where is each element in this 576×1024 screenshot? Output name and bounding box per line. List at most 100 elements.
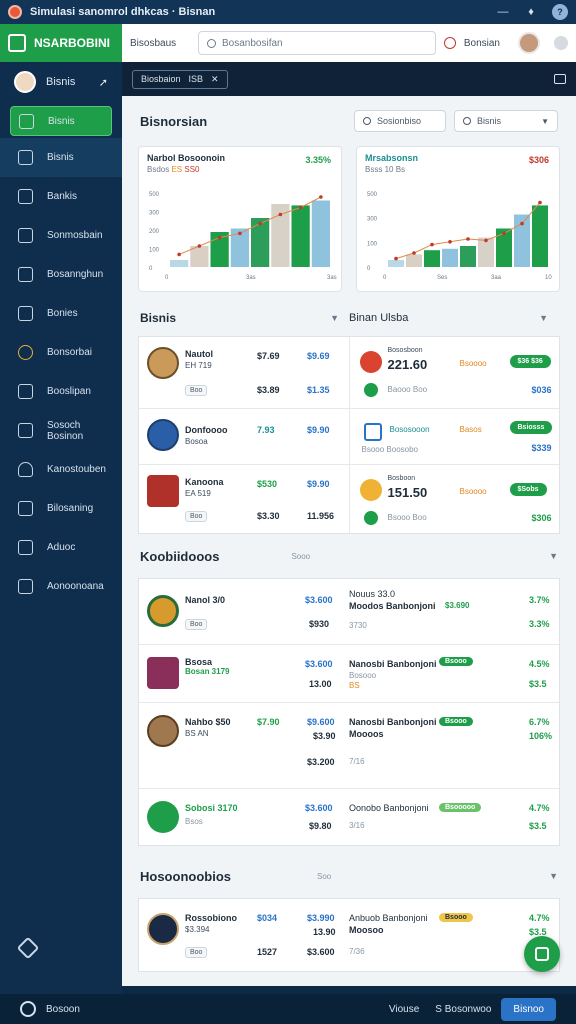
list-icon [18,306,33,321]
chart-value: 3.35% [305,155,331,165]
sidebar-item-label: Bisnis [48,115,75,127]
sidebar-item-check[interactable]: Aonoonoana [0,567,122,606]
list-item[interactable]: Nautol EH 719 Boo $7.69 $9.69 $3.89 $1.3… [139,337,349,409]
list-item[interactable]: Bososboon 221.60 Bsoooo $36 $36 Baooo Bo… [349,337,559,409]
item-name: Sobosi 3170 [185,803,238,813]
sidebar-item-table[interactable]: Sosoch Bosinon [0,411,122,450]
item-value: 151.50 [387,485,428,500]
sidebar-item-home[interactable]: Booslipan [0,372,122,411]
status-badge: $36 $36 [509,355,551,368]
sidebar-item-coin[interactable]: Bonsorbai [0,333,122,372]
breadcrumb[interactable]: Bisosbaus [130,38,190,49]
user-avatar[interactable] [518,32,540,54]
sidebar-item-label: Sonmosbain [47,230,103,241]
title-bar: Simulasi sanomrol dhkcas · Bisnan — ♦ ? [0,0,576,24]
chevron-down-icon[interactable]: ▼ [539,313,548,323]
list-item[interactable]: Sobosi 3170 Bsos $3.600 $9.80 Oonobo Ban… [139,789,559,845]
sidebar-item-list[interactable]: Bonies [0,294,122,333]
item-label: Bosboon [387,475,416,482]
sidebar-item-store[interactable]: Aduoc [0,528,122,567]
item-value: 221.60 [387,357,428,372]
expand-icon[interactable] [554,74,566,84]
sidebar-item-chart[interactable]: Bisnis [0,138,122,177]
item-value-d: 11.956 [307,511,335,521]
item-name: Bsosa [185,657,213,667]
minimize-button[interactable]: — [496,5,510,19]
gear-icon[interactable] [554,36,568,50]
sidebar-item-label: Bosannghun [47,269,104,280]
status-left: Bosoon [46,1003,80,1015]
sidebar-item-bank[interactable]: Bankis [0,177,122,216]
chart-bar [532,205,548,267]
sidebar-item-people[interactable]: Sonmosbain [0,216,122,255]
bisnis-grid: Nautol EH 719 Boo $7.69 $9.69 $3.89 $1.3… [138,336,560,534]
list-item[interactable]: Bososooon Basos Bsiosss Bsooo Boosobo $3… [349,409,559,465]
chevron-down-icon[interactable]: ▼ [330,313,339,323]
item-sub: $3.394 [185,925,210,934]
window-title: Simulasi sanomrol dhkcas · Bisnan [30,6,216,18]
item-sub: BS AN [185,729,209,738]
item-value-b: $9.90 [307,479,330,489]
item-value-a: $034 [257,913,278,923]
item-tag: Bsoooo [459,487,487,496]
item-value-a: $3.600 [305,595,333,605]
list-item[interactable]: Nanol 3/0 Boo $3.600 $930 Nouus 33.0 Moo… [139,579,559,645]
list-item[interactable]: Donfoooo Bosoa 7.93 $9.90 [139,409,349,465]
status-button[interactable]: Bisnoo [501,997,556,1021]
toolbar: Biosbaion ISB ✕ [122,62,576,96]
profile[interactable]: Bisnis ➚ [0,62,122,102]
item-value-d: $1.35 [307,385,330,395]
help-icon[interactable]: ? [552,4,568,20]
analytics-icon [18,267,33,282]
filter-dropdown-2[interactable]: Bisnis ▼ [454,110,558,132]
item-sub: Bsooo Boo [387,513,427,522]
item-right-small: BS [349,681,360,690]
list-item[interactable]: Nahbo $50 BS AN $7.90 $9.600 $3.90 $3.20… [139,703,559,789]
item-percent: 4.7% [529,803,550,813]
item-tag: Boo [185,619,208,630]
item-sub: Bsos [185,817,203,826]
x-tick-label: 0 [383,275,387,281]
item-value-c: 13.90 [313,927,336,937]
sidebar-item-label: Booslipan [47,386,91,397]
item-value-x: 1527 [257,947,278,957]
item-value-a: $7.90 [257,717,280,727]
close-icon[interactable]: ✕ [211,74,219,85]
chevron-down-icon[interactable]: ▼ [549,551,558,561]
item-name: Nautol [185,349,213,359]
item-label: Bososooon [389,425,430,434]
settings-icon[interactable] [16,936,40,960]
toolbar-pill[interactable]: Biosbaion ISB ✕ [132,69,228,89]
add-button[interactable] [524,936,560,972]
user-name[interactable]: Bonsian [464,38,500,49]
sidebar-item-bisnis[interactable]: Bisnis [10,106,112,136]
item-value-b: $9.600 [307,717,335,727]
plus-icon [535,947,549,961]
list-item[interactable]: Bsosa Bosan 3179 $3.600 13.00 Nanosbi Ba… [139,645,559,703]
notifications-icon[interactable]: ♦ [524,5,538,19]
sidebar-item-doc[interactable]: Bilosaning [0,489,122,528]
filter-label: Bisnis [477,116,502,126]
list-item[interactable]: Bosboon 151.50 Bsoooo $Sobs Bsooo Boo $3… [350,465,560,533]
charts-row: Narbol Bosoonoin Bsdos ES SS0 3.35% 500 3… [122,146,576,292]
chevron-down-icon[interactable]: ▼ [549,871,558,881]
grid-icon [363,423,382,441]
avatar [147,419,179,451]
chart-sub-value-1: 10 [384,165,394,174]
sidebar-item-label: Aduoc [47,542,76,553]
bell-icon[interactable] [443,37,456,49]
filter-dropdown-1[interactable]: Sosionbiso [354,110,446,132]
sidebar-item-user[interactable]: Kanostouben [0,450,122,489]
koosi-list: Nanol 3/0 Boo $3.600 $930 Nouus 33.0 Moo… [138,578,560,846]
search-input[interactable]: Bosanbosifan [198,31,436,55]
item-amount: $036 [531,385,552,395]
brand[interactable]: NSARBOBINI [0,24,122,62]
list-item[interactable]: Kanoona EA 519 Boo $530 $9.90 $3.30 11.9… [139,465,349,533]
list-item[interactable]: Rossobiono $3.394 Boo $034 $3.990 13.90 … [139,899,559,971]
item-tag: Boo [185,385,208,396]
chart-1-plot: 500 300 200 100 0 0 3as 3as [149,192,337,281]
item-percent: 4.7% [529,913,550,923]
chart-sub-value-2: Bs [395,165,406,174]
sidebar-item-analytics[interactable]: Bosannghun [0,255,122,294]
item-sub: Baooo Boo [387,385,428,394]
